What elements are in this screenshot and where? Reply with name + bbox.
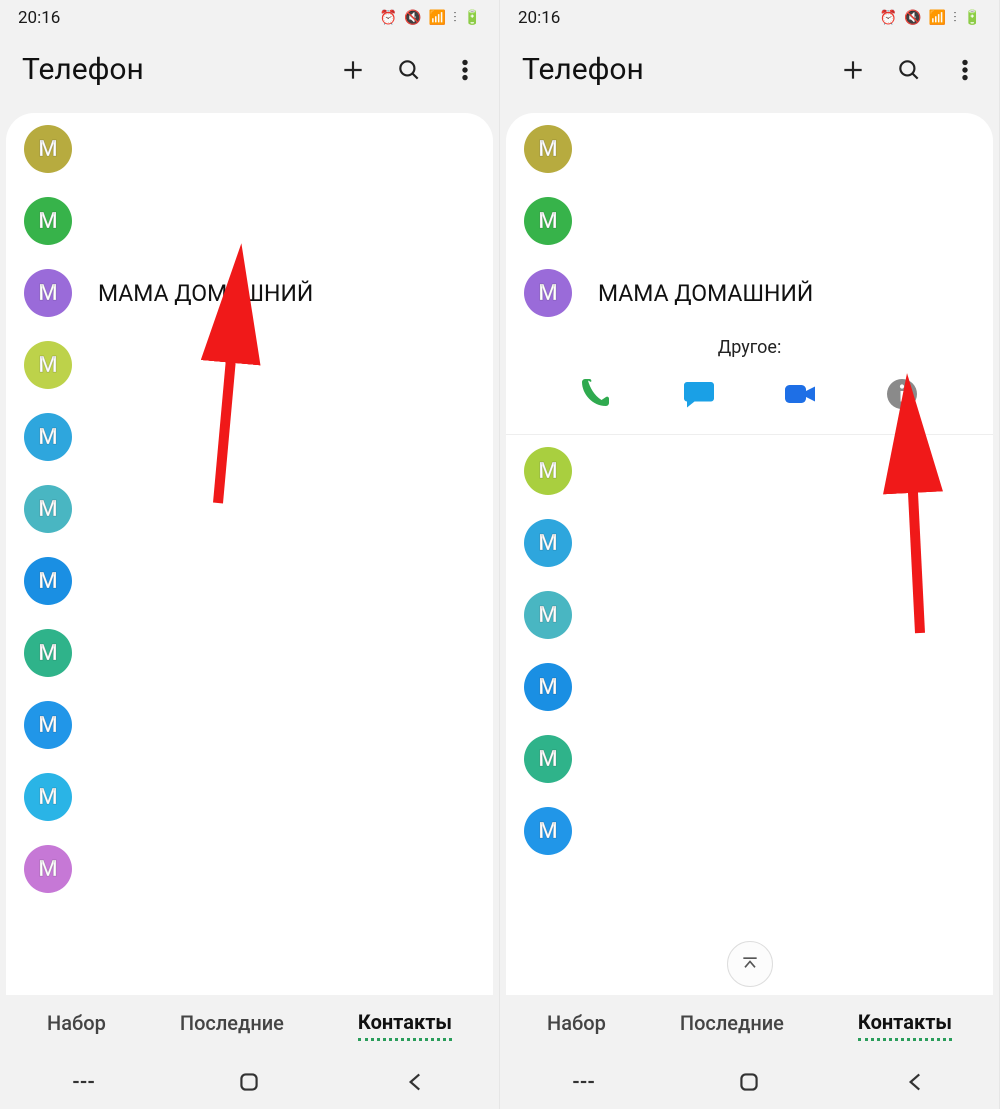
contact-name: МАМА ДОМАШНИЙ [98, 280, 313, 307]
contact-row[interactable]: M [6, 617, 493, 689]
contact-row[interactable]: M [506, 435, 993, 507]
contact-avatar: M [524, 125, 572, 173]
contact-row[interactable]: M [506, 113, 993, 185]
contact-row[interactable]: M [506, 651, 993, 723]
contact-row[interactable]: M [506, 185, 993, 257]
status-icons: ⏰ 🔇 📶 ⫶ 🔋 [880, 11, 981, 25]
contact-row[interactable]: M [6, 833, 493, 905]
contact-avatar: M [524, 197, 572, 245]
back-nav-icon[interactable] [403, 1069, 429, 1095]
contact-row[interactable]: M [6, 401, 493, 473]
tab-contacts[interactable]: Контакты [858, 1010, 952, 1041]
phone-screen-left: 20:16 ⏰ 🔇 📶 ⫶ 🔋 Телефон MMMМАМА ДОМАШНИЙ… [0, 0, 500, 1109]
contact-avatar: M [24, 413, 72, 461]
alarm-icon: ⏰ [380, 11, 397, 25]
tab-recent[interactable]: Последние [180, 1011, 284, 1039]
bottom-tabs: Набор Последние Контакты [0, 995, 499, 1055]
contact-row[interactable]: M [506, 795, 993, 867]
tab-dial[interactable]: Набор [47, 1011, 106, 1039]
status-bar: 20:16 ⏰ 🔇 📶 ⫶ 🔋 [500, 0, 999, 36]
mute-icon: 🔇 [404, 11, 421, 25]
contact-avatar: M [24, 629, 72, 677]
scroll-to-top-button[interactable] [727, 941, 773, 987]
info-button[interactable] [884, 376, 920, 412]
contact-name: МАМА ДОМАШНИЙ [598, 280, 813, 307]
contact-avatar: M [24, 845, 72, 893]
contact-avatar: M [24, 485, 72, 533]
contact-avatar: M [524, 269, 572, 317]
app-title: Телефон [522, 52, 839, 87]
contact-avatar: M [524, 735, 572, 783]
battery-icon: 🔋 [964, 11, 981, 25]
contact-avatar: M [24, 125, 72, 173]
expand-label: Другое: [524, 337, 975, 358]
contact-avatar: M [524, 807, 572, 855]
status-icons: ⏰ 🔇 📶 ⫶ 🔋 [380, 11, 481, 25]
back-nav-icon[interactable] [903, 1069, 929, 1095]
recents-nav-icon[interactable] [70, 1069, 96, 1095]
signal-icon: ⫶ [953, 11, 957, 25]
contact-avatar: M [524, 447, 572, 495]
contact-row[interactable]: M МАМА ДОМАШНИЙ [6, 257, 493, 329]
recents-nav-icon[interactable] [570, 1069, 596, 1095]
contact-row[interactable]: M [6, 545, 493, 617]
bottom-tabs: Набор Последние Контакты [500, 995, 999, 1055]
contact-row[interactable]: M [6, 113, 493, 185]
more-button[interactable] [951, 56, 979, 84]
contact-row[interactable]: M [6, 185, 493, 257]
contact-avatar: M [24, 701, 72, 749]
contact-avatar: M [524, 663, 572, 711]
contact-avatar: M [24, 197, 72, 245]
home-nav-icon[interactable] [236, 1069, 262, 1095]
phone-screen-right: 20:16 ⏰ 🔇 📶 ⫶ 🔋 Телефон MMMМАМА ДОМАШНИЙ… [500, 0, 1000, 1109]
wifi-icon: 📶 [429, 11, 446, 25]
search-button[interactable] [895, 56, 923, 84]
contact-row[interactable]: M [506, 723, 993, 795]
status-time: 20:16 [518, 8, 560, 28]
wifi-icon: 📶 [929, 11, 946, 25]
contact-avatar: M [524, 519, 572, 567]
tab-contacts[interactable]: Контакты [358, 1010, 452, 1041]
call-button[interactable] [579, 376, 615, 412]
contacts-card: MMMМАМА ДОМАШНИЙ Другое: MMMMMM [506, 113, 993, 995]
tab-dial[interactable]: Набор [547, 1011, 606, 1039]
mute-icon: 🔇 [904, 11, 921, 25]
status-bar: 20:16 ⏰ 🔇 📶 ⫶ 🔋 [0, 0, 499, 36]
contact-expanded-panel: Другое: [506, 329, 993, 435]
contact-row[interactable]: M МАМА ДОМАШНИЙ [506, 257, 993, 329]
android-navbar [0, 1055, 499, 1109]
alarm-icon: ⏰ [880, 11, 897, 25]
tab-recent[interactable]: Последние [680, 1011, 784, 1039]
message-button[interactable] [681, 376, 717, 412]
contact-avatar: M [24, 341, 72, 389]
contact-avatar: M [24, 773, 72, 821]
contact-avatar: M [24, 269, 72, 317]
app-header: Телефон [0, 36, 499, 113]
contact-avatar: M [524, 591, 572, 639]
more-button[interactable] [451, 56, 479, 84]
app-header: Телефон [500, 36, 999, 113]
contact-row[interactable]: M [6, 473, 493, 545]
contact-row[interactable]: M [506, 507, 993, 579]
add-button[interactable] [839, 56, 867, 84]
android-navbar [500, 1055, 999, 1109]
contact-row[interactable]: M [6, 329, 493, 401]
contact-row[interactable]: M [6, 689, 493, 761]
add-button[interactable] [339, 56, 367, 84]
app-title: Телефон [22, 52, 339, 87]
contacts-card: MMMМАМА ДОМАШНИЙMMMMMMMM [6, 113, 493, 995]
contact-row[interactable]: M [6, 761, 493, 833]
video-call-button[interactable] [782, 376, 818, 412]
home-nav-icon[interactable] [736, 1069, 762, 1095]
search-button[interactable] [395, 56, 423, 84]
status-time: 20:16 [18, 8, 60, 28]
contact-avatar: M [24, 557, 72, 605]
battery-icon: 🔋 [464, 11, 481, 25]
signal-icon: ⫶ [453, 11, 457, 25]
contact-row[interactable]: M [506, 579, 993, 651]
